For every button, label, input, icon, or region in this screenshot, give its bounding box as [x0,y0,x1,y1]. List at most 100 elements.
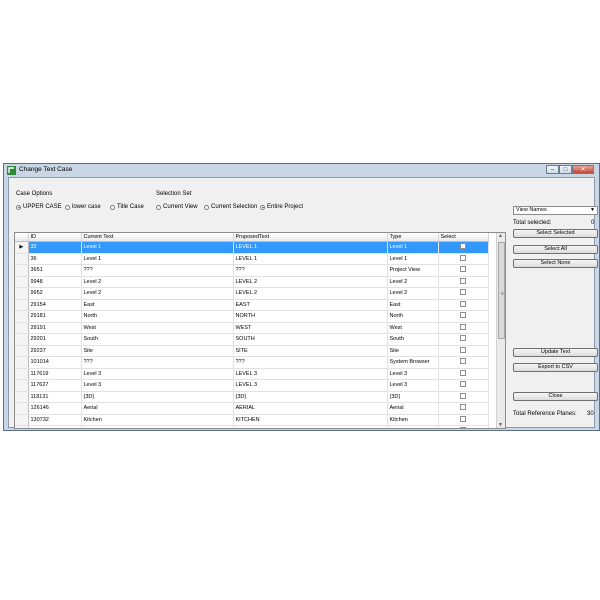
select-checkbox[interactable] [460,427,466,428]
cell-id[interactable]: 9948 [28,276,82,288]
cell-id[interactable]: 29181 [28,310,82,323]
select-checkbox[interactable] [460,358,466,365]
cell-proposed-text[interactable]: LIVING ROOM [233,425,388,428]
cell-type[interactable]: Level 1 [387,253,439,265]
scroll-down-icon[interactable]: ▼ [498,422,503,428]
cell-type[interactable]: Level 2 [387,287,439,300]
row-header[interactable] [15,264,29,277]
select-checkbox[interactable] [460,243,466,250]
radio-lower-case[interactable]: lower case [65,204,101,210]
cell-current-text[interactable]: West [81,322,234,334]
cell-id[interactable]: 117619 [28,368,82,380]
select-checkbox[interactable] [460,404,466,411]
table-row[interactable]: 29201 South SOUTH South [15,333,489,346]
minimize-button[interactable]: ‒ [546,165,559,174]
radio-current-selection[interactable]: Current Selection [204,204,257,210]
select-checkbox[interactable] [460,312,466,319]
cell-id[interactable]: 32 [28,241,82,254]
cell-current-text[interactable]: Level 3 [81,379,234,392]
table-row[interactable]: 29237 Site SITE Site [15,345,489,357]
cell-current-text[interactable]: Level 3 [81,368,234,380]
select-checkbox[interactable] [460,266,466,273]
cell-type[interactable]: West [387,322,439,334]
row-header[interactable]: ▶ [15,241,29,254]
table-row[interactable]: 126146 Aerial AERIAL Aerial [15,402,489,415]
cell-id[interactable]: 130732 [28,414,82,426]
cell-current-text[interactable]: North [81,310,234,323]
cell-type[interactable]: System Browser [387,356,439,369]
select-none-button[interactable]: Select None [513,259,598,268]
radio-title-case[interactable]: Title Case [110,204,144,210]
cell-proposed-text[interactable]: LEVEL 3 [233,368,388,380]
cell-current-text[interactable]: Site [81,345,234,357]
table-row[interactable]: 118131 {3D} {3D} {3D} [15,391,489,403]
cell-id[interactable]: 137591 [28,425,82,428]
cell-proposed-text[interactable]: WEST [233,322,388,334]
table-row[interactable]: 29181 North NORTH North [15,310,489,323]
cell-type[interactable]: Living Room [387,425,439,428]
cell-id[interactable]: 3651 [28,264,82,277]
row-header[interactable] [15,368,29,380]
select-checkbox[interactable] [460,381,466,388]
row-header[interactable] [15,391,29,403]
select-checkbox[interactable] [460,369,466,376]
cell-proposed-text[interactable]: AERIAL [233,402,388,415]
cell-current-text[interactable]: ??? [81,356,234,369]
cell-proposed-text[interactable]: ??? [233,264,388,277]
cell-id[interactable]: 29201 [28,333,82,346]
table-row[interactable]: 117619 Level 3 LEVEL 3 Level 3 [15,368,489,380]
cell-type[interactable]: {3D} [387,391,439,403]
cell-current-text[interactable]: Level 2 [81,287,234,300]
row-header[interactable] [15,414,29,426]
cell-id[interactable]: 29237 [28,345,82,357]
table-row[interactable]: 3651?????? Project View [15,264,489,277]
cell-proposed-text[interactable]: EAST [233,299,388,311]
column-header-proposed-text[interactable]: ProposedText [233,233,388,242]
column-header-select[interactable]: Select [438,233,489,242]
table-row[interactable]: 130732 Kitchen KITCHEN Kitchen [15,414,489,426]
radio-upper-case[interactable]: UPPER CASE [16,204,62,210]
cell-proposed-text[interactable]: {3D} [233,391,388,403]
cell-proposed-text[interactable]: NORTH [233,310,388,323]
close-window-button[interactable]: ✕ [572,165,594,174]
cell-id[interactable]: 9952 [28,287,82,300]
scroll-up-icon[interactable]: ▲ [498,233,503,239]
cell-id[interactable]: 29191 [28,322,82,334]
select-checkbox[interactable] [460,300,466,307]
cell-proposed-text[interactable]: LEVEL 1 [233,241,388,254]
row-header[interactable] [15,425,29,428]
row-header[interactable] [15,287,29,300]
cell-id[interactable]: 118131 [28,391,82,403]
cell-type[interactable]: Aerial [387,402,439,415]
row-header[interactable] [15,379,29,392]
cell-type[interactable]: Level 3 [387,379,439,392]
cell-current-text[interactable]: Living Room [81,425,234,428]
table-row[interactable]: 36 Level 1 LEVEL 1 Level 1 [15,253,489,265]
cell-id[interactable]: 101014 [28,356,82,369]
scroll-thumb[interactable]: ≡ [498,242,505,339]
table-row[interactable]: 29154 East EAST East [15,299,489,311]
cell-proposed-text[interactable]: LEVEL 3 [233,379,388,392]
select-checkbox[interactable] [460,323,466,330]
cell-proposed-text[interactable]: LEVEL 1 [233,253,388,265]
cell-current-text[interactable]: Level 1 [81,253,234,265]
select-selected-button[interactable]: Select Selected [513,229,598,238]
table-row[interactable]: 9948 Level 2 LEVEL 2 Level 2 [15,276,489,288]
view-names-dropdown[interactable]: View Names ▼ [513,206,598,215]
row-header[interactable] [15,253,29,265]
cell-proposed-text[interactable]: KITCHEN [233,414,388,426]
cell-proposed-text[interactable]: SITE [233,345,388,357]
cell-proposed-text[interactable]: LEVEL 2 [233,276,388,288]
cell-proposed-text[interactable]: ??? [233,356,388,369]
select-checkbox[interactable] [460,335,466,342]
cell-current-text[interactable]: Aerial [81,402,234,415]
row-header[interactable] [15,322,29,334]
radio-entire-project[interactable]: Entire Project [260,204,303,210]
table-row[interactable]: ▶ 32 Level 1 LEVEL 1 Level 1 [15,241,489,254]
table-row[interactable]: 137591Living RoomLIVING ROOMLiving Room [15,425,489,428]
table-row[interactable]: 9952 Level 2 LEVEL 2 Level 2 [15,287,489,300]
update-text-button[interactable]: Update Text [513,348,598,357]
cell-type[interactable]: Level 1 [387,241,439,254]
close-button[interactable]: Close [513,392,598,401]
select-checkbox[interactable] [460,277,466,284]
